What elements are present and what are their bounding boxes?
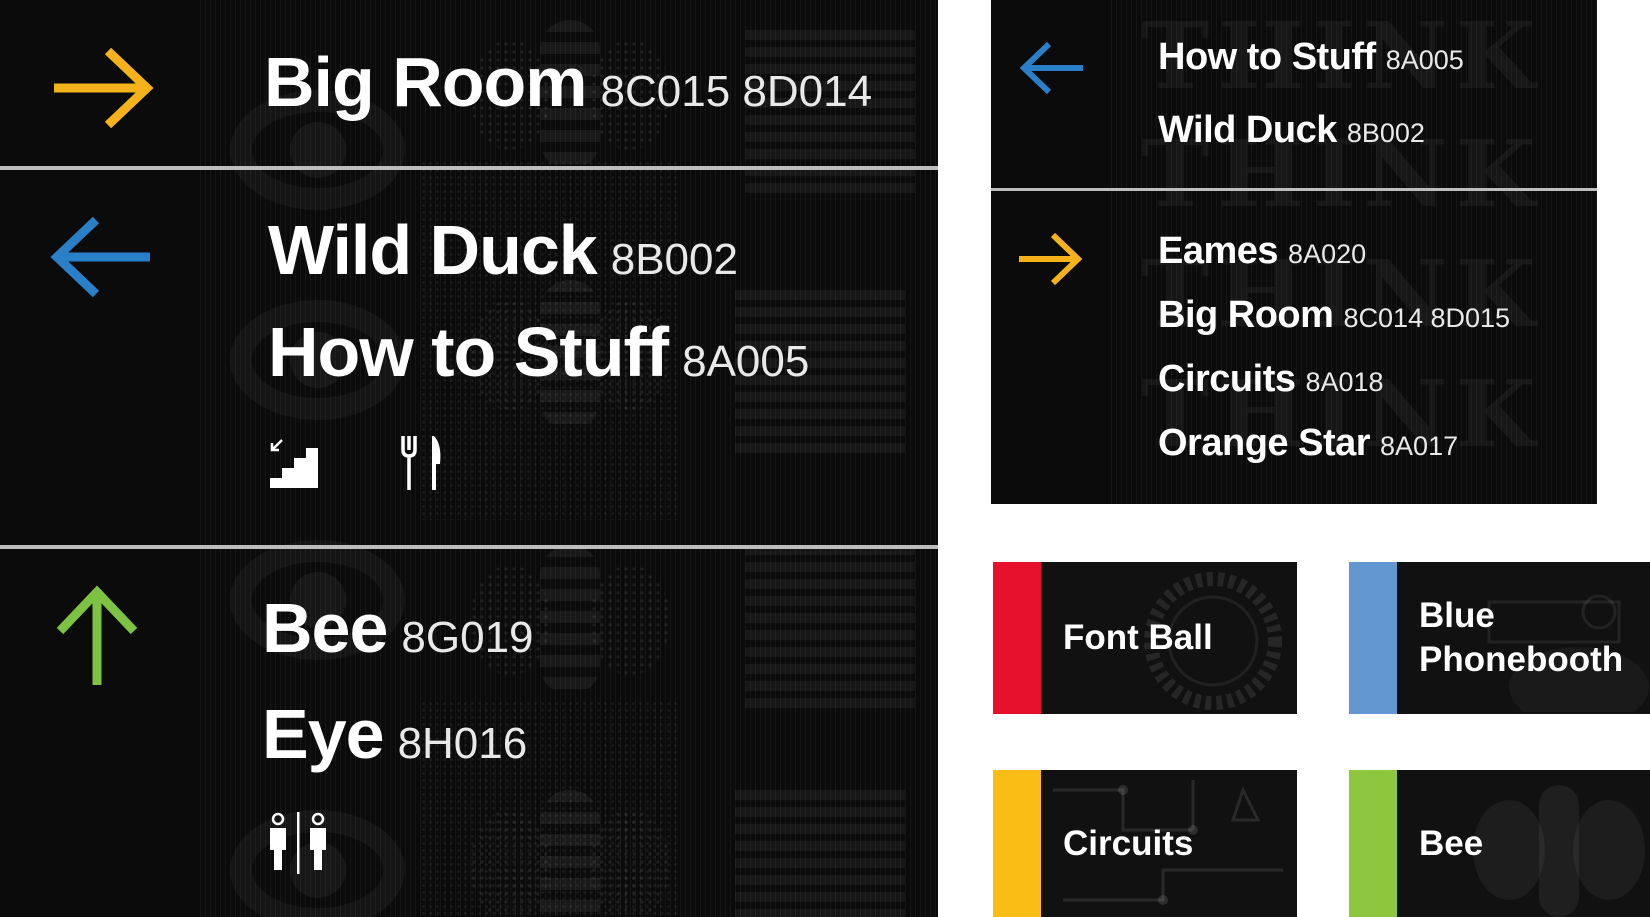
destination-name: Wild Duck bbox=[1158, 109, 1337, 151]
color-bar bbox=[1349, 562, 1397, 714]
room-code: 8A017 bbox=[1380, 431, 1459, 461]
destination-name: Eye bbox=[262, 695, 385, 773]
restaurant-icon bbox=[401, 436, 441, 490]
arrow-left-icon bbox=[50, 216, 150, 298]
divider bbox=[0, 166, 938, 170]
room-code: 8B002 bbox=[1346, 118, 1425, 148]
destination-eames: Eames 8A020 bbox=[1158, 230, 1366, 273]
room-tile-label: Blue Phonebooth bbox=[1419, 596, 1624, 679]
destination-eye: Eye 8H016 bbox=[262, 694, 527, 774]
arrow-up-icon bbox=[56, 585, 138, 685]
color-bar bbox=[1349, 770, 1397, 917]
restroom-icon bbox=[270, 812, 326, 874]
destination-name: How to Stuff bbox=[268, 313, 669, 391]
room-code: 8A020 bbox=[1288, 239, 1367, 269]
room-code: 8A018 bbox=[1305, 367, 1384, 397]
room-tile-label: Circuits bbox=[1063, 824, 1194, 863]
room-tile-circuits: Circuits bbox=[993, 770, 1297, 917]
divider bbox=[0, 545, 938, 549]
color-bar bbox=[993, 770, 1041, 917]
logo-watermark-icon bbox=[745, 545, 915, 715]
destination-name: Big Room bbox=[264, 43, 588, 121]
directory-sign: THINK THINK THINK THINK How to Stuff 8A00… bbox=[991, 0, 1597, 504]
room-code: 8B002 bbox=[610, 235, 738, 284]
room-code: 8A005 bbox=[682, 337, 810, 386]
destination-how-to-stuff: How to Stuff 8A005 bbox=[268, 312, 809, 392]
destination-wild-duck: Wild Duck 8B002 bbox=[268, 210, 738, 290]
room-tile-font-ball: Font Ball bbox=[993, 562, 1297, 714]
arrow-right-icon bbox=[1019, 232, 1083, 286]
destination-name: Circuits bbox=[1158, 358, 1296, 400]
room-tile-label: Bee bbox=[1419, 824, 1484, 863]
destination-name: Wild Duck bbox=[268, 211, 598, 289]
destination-name: Big Room bbox=[1158, 294, 1334, 336]
destination-big-room: Big Room 8C014 8D015 bbox=[1158, 294, 1510, 337]
stairs-down-icon bbox=[270, 439, 318, 488]
bee-watermark-icon bbox=[470, 790, 670, 917]
room-tile-bee: Bee bbox=[1349, 770, 1650, 917]
destination-bee: Bee 8G019 bbox=[262, 588, 534, 668]
arrow-right-icon bbox=[54, 47, 154, 129]
destination-wild-duck: Wild Duck 8B002 bbox=[1158, 109, 1425, 152]
arrow-left-icon bbox=[1019, 41, 1083, 95]
destination-name: Eames bbox=[1158, 230, 1279, 272]
logo-watermark-icon bbox=[735, 790, 905, 917]
room-code: 8H016 bbox=[397, 719, 528, 768]
destination-name: Bee bbox=[262, 589, 388, 667]
bee-watermark-icon bbox=[1473, 785, 1645, 917]
color-bar bbox=[993, 562, 1041, 714]
room-tile-label: Font Ball bbox=[1063, 618, 1213, 657]
room-code: 8G019 bbox=[401, 613, 534, 662]
room-code: 8A005 bbox=[1385, 45, 1464, 75]
room-tile-blue-phonebooth: Blue Phonebooth bbox=[1349, 562, 1650, 714]
destination-big-room: Big Room 8C015 8D014 bbox=[264, 42, 872, 122]
destination-name: Orange Star bbox=[1158, 422, 1371, 464]
destination-name: How to Stuff bbox=[1158, 36, 1376, 78]
destination-orange-star: Orange Star 8A017 bbox=[1158, 422, 1458, 465]
destination-circuits: Circuits 8A018 bbox=[1158, 358, 1384, 401]
destination-how-to-stuff: How to Stuff 8A005 bbox=[1158, 36, 1464, 79]
room-code: 8C014 8D015 bbox=[1343, 303, 1511, 333]
room-code: 8C015 8D014 bbox=[600, 67, 873, 116]
divider bbox=[991, 188, 1597, 191]
main-wayfinding-sign: Big Room 8C015 8D014 Wild Duck 8B002 How t… bbox=[0, 0, 938, 917]
